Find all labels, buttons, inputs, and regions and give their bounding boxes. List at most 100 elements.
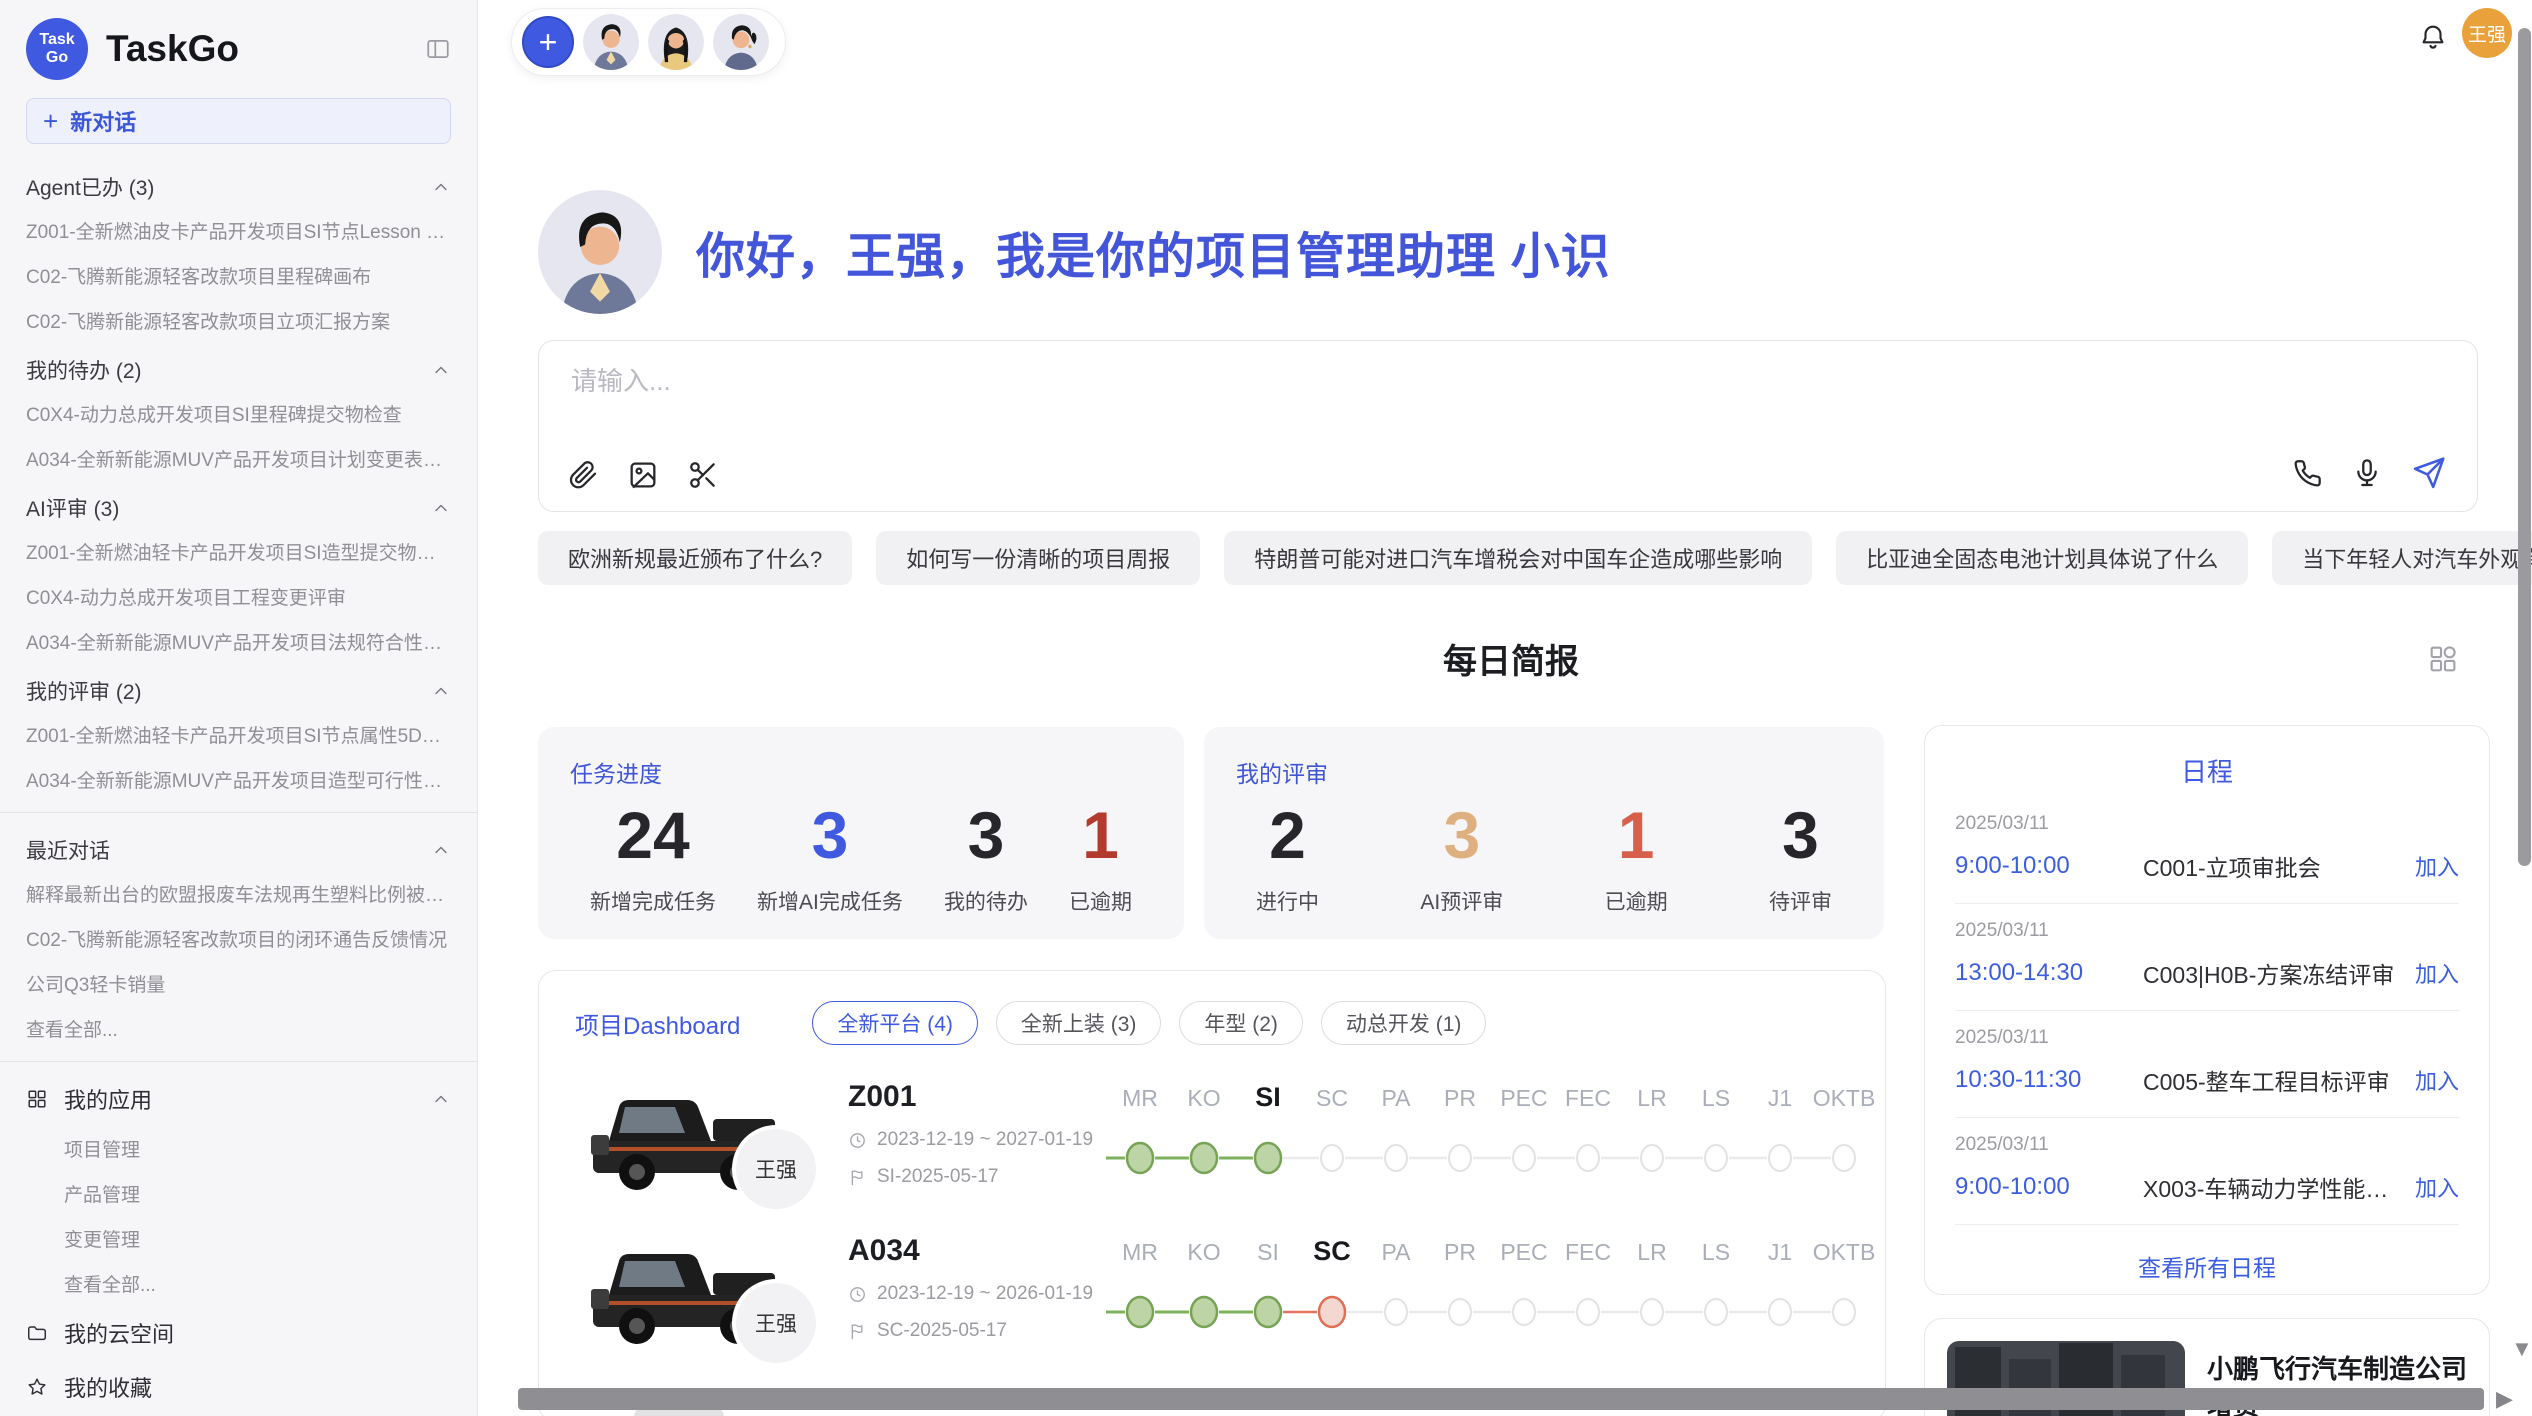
section-title: 我的评审 (2) xyxy=(26,676,142,706)
join-button[interactable]: 加入 xyxy=(2415,850,2459,882)
send-icon[interactable] xyxy=(2411,455,2447,491)
member-avatar[interactable] xyxy=(583,14,639,70)
app-sub-item[interactable]: 项目管理 xyxy=(0,1126,477,1171)
project-flag: SC-2025-05-17 xyxy=(848,1320,1096,1342)
suggestion-chip[interactable]: 欧洲新规最近颁布了什么? xyxy=(538,531,852,585)
sidebar-section-header[interactable]: AI评审 (3) xyxy=(0,481,477,529)
schedule-item-row: 13:00-14:30C003|H0B-方案冻结评审加入 xyxy=(1955,956,2459,990)
member-avatar[interactable] xyxy=(648,14,704,70)
sidebar-item[interactable]: A034-全新新能源MUV产品开发项目造型可行性评审 xyxy=(0,757,477,802)
stat-label: 已逾期 xyxy=(1605,886,1668,916)
dashboard-title: 项目Dashboard xyxy=(575,1006,740,1041)
horizontal-scrollbar[interactable] xyxy=(518,1388,2484,1410)
chat-input[interactable] xyxy=(569,365,2173,398)
join-button[interactable]: 加入 xyxy=(2415,1064,2459,1096)
view-all-schedule-link[interactable]: 查看所有日程 xyxy=(1955,1249,2459,1283)
suggestion-chip[interactable]: 如何写一份清晰的项目周报 xyxy=(876,531,1200,585)
schedule-time: 10:30-11:30 xyxy=(1955,1066,2143,1094)
sidebar-item-star[interactable]: 我的收藏 xyxy=(0,1360,477,1414)
project-row: 王强A0342023-12-19 ~ 2026-01-19SC-2025-05-… xyxy=(539,1199,1885,1353)
collapse-sidebar-icon[interactable] xyxy=(425,36,451,62)
dashboard-tab[interactable]: 动总开发 (1) xyxy=(1321,1001,1487,1045)
recent-chat-item[interactable]: 公司Q3轻卡销量 xyxy=(0,961,477,1006)
sidebar-item[interactable]: A034-全新新能源MUV产品开发项目法规符合性评审 xyxy=(0,619,477,664)
app-root: Task Go TaskGo + 新对话 Agent已办 (3)Z001-全新燃… xyxy=(0,0,2532,1416)
recent-chat-item[interactable]: C02-飞腾新能源轻客改款项目的闭环通告反馈情况 xyxy=(0,916,477,961)
sidebar-item[interactable]: C0X4-动力总成开发项目工程变更评审 xyxy=(0,574,477,619)
svg-text:SC: SC xyxy=(1316,1085,1348,1111)
sidebar-item[interactable]: Z001-全新燃油轻卡产品开发项目SI节点属性5D文件评审 xyxy=(0,712,477,757)
plus-icon: + xyxy=(43,106,58,137)
recent-chat-item[interactable]: 解释最新出台的欧盟报废车法规再生塑料比例被调至15%... xyxy=(0,871,477,916)
flag-icon xyxy=(848,1322,867,1341)
grid-view-icon[interactable] xyxy=(2426,642,2460,676)
photo-icon[interactable] xyxy=(627,459,659,491)
sidebar-item-my-apps[interactable]: 我的应用 xyxy=(0,1072,477,1126)
dashboard-tab[interactable]: 全新上装 (3) xyxy=(996,1001,1162,1045)
sidebar-item[interactable]: C02-飞腾新能源轻客改款项目立项汇报方案 xyxy=(0,298,477,343)
stat-value: 1 xyxy=(1069,801,1132,870)
flag-label: SI-2025-05-17 xyxy=(877,1166,998,1188)
notification-bell-icon[interactable] xyxy=(2418,21,2448,51)
section-title: AI评审 (3) xyxy=(26,493,119,523)
main-area: + 王强 你好，王强，我是你的项目管理助理 小识 欧洲新规最近颁布了什么? 如何写… xyxy=(478,0,2532,1416)
user-avatar[interactable]: 王强 xyxy=(2462,8,2512,58)
dashboard-tab[interactable]: 全新平台 (4) xyxy=(812,1001,978,1045)
sidebar-item[interactable]: Z001-全新燃油皮卡产品开发项目SI节点Lesson Learn报告 xyxy=(0,208,477,253)
sidebar-item[interactable]: C0X4-动力总成开发项目SI里程碑提交物检查 xyxy=(0,391,477,436)
app-sub-item[interactable]: 查看全部... xyxy=(0,1261,477,1306)
stat-row: 24新增完成任务3新增AI完成任务3我的待办1已逾期 xyxy=(538,789,1184,916)
project-info: Z0012023-12-19 ~ 2027-01-19SI-2025-05-17 xyxy=(848,1080,1096,1188)
svg-text:OKTB: OKTB xyxy=(1813,1085,1876,1111)
svg-text:LR: LR xyxy=(1637,1085,1666,1111)
sidebar-item[interactable]: C02-飞腾新能源轻客改款项目里程碑画布 xyxy=(0,253,477,298)
stat-item: 2进行中 xyxy=(1256,801,1319,916)
microphone-icon[interactable] xyxy=(2351,457,2383,489)
paperclip-icon[interactable] xyxy=(567,459,599,491)
bell-icon xyxy=(2418,21,2448,51)
my-review-card: 我的评审2进行中3AI预评审1已逾期3待评审 xyxy=(1204,727,1884,939)
phone-icon[interactable] xyxy=(2291,457,2323,489)
sidebar-item[interactable]: Z001-全新燃油轻卡产品开发项目SI造型提交物评审 xyxy=(0,529,477,574)
project-dates: 2023-12-19 ~ 2027-01-19 xyxy=(848,1129,1096,1151)
greeting-row: 你好，王强，我是你的项目管理助理 小识 xyxy=(538,190,1611,314)
sidebar-section-header[interactable]: Agent已办 (3) xyxy=(0,160,477,208)
sidebar-section-header[interactable]: 我的评审 (2) xyxy=(0,664,477,712)
star-icon xyxy=(26,1376,48,1398)
scroll-right-arrow-icon[interactable]: ▶ xyxy=(2496,1386,2513,1412)
chat-input-card[interactable] xyxy=(538,340,2478,512)
stat-label: 新增AI完成任务 xyxy=(757,886,903,916)
clock-icon xyxy=(848,1131,867,1150)
join-button[interactable]: 加入 xyxy=(2415,957,2459,989)
new-chat-button[interactable]: + 新对话 xyxy=(26,98,451,144)
section-title: 最近对话 xyxy=(26,835,110,865)
member-avatar[interactable] xyxy=(713,14,769,70)
add-member-button[interactable]: + xyxy=(522,16,574,68)
stat-item: 24新增完成任务 xyxy=(590,801,716,916)
sidebar-item-folder[interactable]: 我的云空间 xyxy=(0,1306,477,1360)
suggestion-chip[interactable]: 当下年轻人对汽车外观有怎样的喜好趋势 xyxy=(2272,531,2532,585)
scroll-down-arrow-icon[interactable]: ▼ xyxy=(2511,1336,2532,1362)
scissors-icon[interactable] xyxy=(687,459,719,491)
sidebar-section-header[interactable]: 我的待办 (2) xyxy=(0,343,477,391)
join-button[interactable]: 加入 xyxy=(2415,1171,2459,1203)
input-attachment-toolbar xyxy=(567,459,719,491)
sidebar-section-header[interactable]: 最近对话 xyxy=(0,823,477,871)
dashboard-tab[interactable]: 年型 (2) xyxy=(1179,1001,1303,1045)
view-all-chats-link[interactable]: 查看全部... xyxy=(0,1006,477,1051)
app-sub-item[interactable]: 产品管理 xyxy=(0,1171,477,1216)
schedule-title: 日程 xyxy=(1955,752,2459,789)
sidebar-item[interactable]: A034-全新新能源MUV产品开发项目计划变更表编写 xyxy=(0,436,477,481)
svg-text:LS: LS xyxy=(1702,1085,1730,1111)
stat-value: 24 xyxy=(590,801,716,870)
vertical-scrollbar[interactable] xyxy=(2518,28,2531,866)
milestone-track: MRKOSISCPAPRPECFECLRLSJ1OKTB xyxy=(1102,1230,1886,1347)
chevron-up-icon xyxy=(431,681,451,701)
app-sub-item[interactable]: 变更管理 xyxy=(0,1216,477,1261)
project-dashboard-card: 项目Dashboard 全新平台 (4) 全新上装 (3) 年型 (2) 动总开发 (… xyxy=(538,970,1886,1416)
suggestion-chip[interactable]: 比亚迪全固态电池计划具体说了什么 xyxy=(1836,531,2248,585)
svg-text:FEC: FEC xyxy=(1565,1239,1611,1265)
date-range: 2023-12-19 ~ 2026-01-19 xyxy=(877,1283,1093,1305)
schedule-date: 2025/03/11 xyxy=(1955,1027,2459,1049)
suggestion-chip[interactable]: 特朗普可能对进口汽车增税会对中国车企造成哪些影响 xyxy=(1224,531,1812,585)
